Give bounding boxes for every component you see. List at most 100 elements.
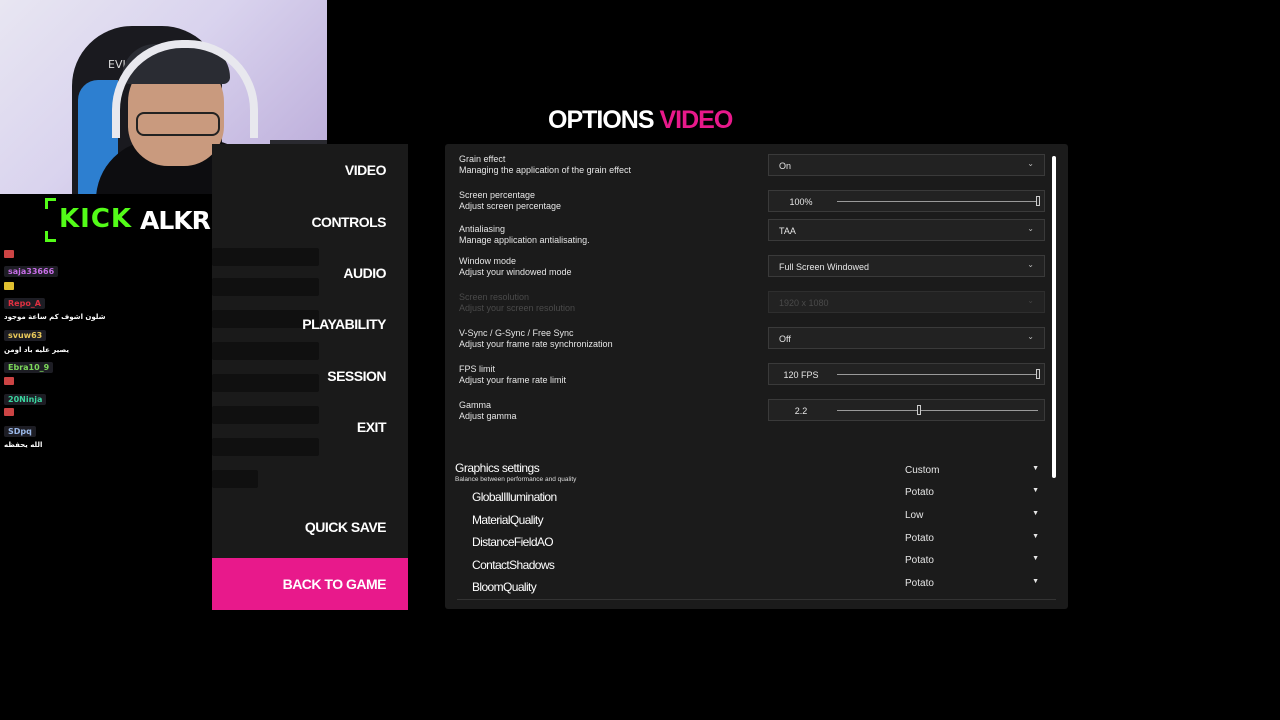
graphics-preset-dropdown[interactable]: Custom ▼ (905, 465, 1039, 476)
option-dropdown[interactable]: Off ⌄ (768, 327, 1045, 349)
chat-badge-icon (4, 250, 14, 258)
chat-message (4, 377, 14, 393)
caret-down-icon: ▼ (1032, 510, 1039, 517)
menu-ghost-bar (212, 248, 319, 266)
menu-item-session[interactable]: SESSION (327, 368, 386, 384)
graphics-setting-value: Potato (905, 555, 934, 566)
option-label: Antialiasing (459, 224, 506, 234)
caret-down-icon: ▼ (1032, 465, 1039, 472)
option-slider[interactable]: 2.2 (768, 399, 1045, 421)
menu-item-exit[interactable]: EXIT (357, 419, 387, 435)
caret-down-icon: ▼ (1032, 487, 1039, 494)
chat-message: Ebra10_9 (4, 362, 54, 378)
slider-track[interactable] (837, 374, 1038, 375)
graphics-setting-value: Potato (905, 487, 934, 498)
option-label: Grain effect (459, 154, 506, 164)
option-label-block: Window mode Adjust your windowed mode (459, 256, 572, 278)
option-description: Adjust your frame rate synchronization (459, 339, 613, 349)
graphics-setting-value: Potato (905, 533, 934, 544)
quick-save-button[interactable]: QUICK SAVE (305, 519, 387, 535)
chat-text: شلون اشوف كم ساعة موجود (4, 313, 106, 321)
slider-track[interactable] (837, 410, 1038, 411)
menu-item-audio[interactable]: AUDIO (343, 265, 386, 281)
graphics-setting-dropdown[interactable]: Potato ▼ (905, 578, 1039, 589)
back-to-game-button[interactable]: BACK TO GAME (212, 558, 408, 610)
menu-ghost-bar (212, 406, 319, 424)
option-description: Managing the application of the grain ef… (459, 165, 631, 175)
option-label-block: Screen percentage Adjust screen percentag… (459, 190, 561, 212)
chat-message (4, 408, 14, 424)
slider-value: 120 FPS (783, 370, 819, 380)
chat-message (4, 250, 14, 266)
option-label-block: Gamma Adjust gamma (459, 400, 517, 422)
chevron-down-icon: ⌄ (1027, 260, 1034, 269)
graphics-setting-value: Potato (905, 578, 934, 589)
chat-username[interactable]: 20Ninja (4, 394, 47, 405)
glasses (136, 112, 220, 136)
option-label: FPS limit (459, 364, 495, 374)
option-label-block: Grain effect Managing the application of … (459, 154, 631, 176)
panel-scrollbar[interactable] (1052, 156, 1056, 478)
chat-username[interactable]: saja33666 (4, 266, 59, 277)
graphics-setting-dropdown[interactable]: Low ▼ (905, 510, 1039, 521)
caret-down-icon: ▼ (1032, 555, 1039, 562)
graphics-setting-dropdown[interactable]: Potato ▼ (905, 533, 1039, 544)
graphics-setting-dropdown[interactable]: Potato ▼ (905, 487, 1039, 498)
chat-username[interactable]: Repo_A (4, 298, 45, 309)
graphics-setting-value: Low (905, 510, 924, 521)
options-menu: VIDEO CONTROLS AUDIO PLAYABILITY SESSION… (212, 144, 408, 610)
chat-badge-icon (4, 282, 14, 290)
option-dropdown: 1920 x 1080 ⌄ (768, 291, 1045, 313)
chat-username[interactable]: svuw63 (4, 330, 47, 341)
menu-ghost-bar (212, 374, 319, 392)
dropdown-value: Off (779, 334, 791, 344)
menu-item-video[interactable]: VIDEO (345, 162, 387, 178)
dropdown-value: TAA (779, 226, 796, 236)
option-dropdown[interactable]: On ⌄ (768, 154, 1045, 176)
caret-down-icon: ▼ (1032, 578, 1039, 585)
dropdown-value: On (779, 161, 792, 171)
graphics-setting-label: DistanceFieldAO (472, 535, 554, 549)
graphics-settings-subtitle: Balance between performance and quality (455, 476, 577, 483)
menu-item-playability[interactable]: PLAYABILITY (302, 316, 386, 332)
slider-track[interactable] (837, 201, 1038, 202)
option-slider[interactable]: 100% (768, 190, 1045, 212)
chat-message: saja33666 (4, 266, 59, 282)
chevron-down-icon: ⌄ (1027, 224, 1034, 233)
chat-username[interactable]: SDpq (4, 426, 36, 437)
option-label-block: FPS limit Adjust your frame rate limit (459, 364, 566, 386)
graphics-setting-dropdown[interactable]: Potato ▼ (905, 555, 1039, 566)
option-dropdown[interactable]: Full Screen Windowed ⌄ (768, 255, 1045, 277)
chat-username[interactable]: Ebra10_9 (4, 362, 54, 373)
slider-thumb[interactable] (917, 405, 921, 415)
panel-divider (457, 599, 1056, 600)
option-label: Screen percentage (459, 190, 536, 200)
chat-message: svuw63 (4, 330, 47, 346)
chevron-down-icon: ⌄ (1027, 332, 1034, 341)
option-description: Manage application antialisating. (459, 235, 590, 245)
option-description: Adjust your frame rate limit (459, 375, 567, 385)
option-label: Gamma (459, 400, 492, 410)
slider-thumb[interactable] (1036, 196, 1040, 206)
chat-message: شلون اشوف كم ساعة موجود (4, 312, 106, 328)
menu-ghost-bar (212, 342, 319, 360)
graphics-setting-label: MaterialQuality (472, 513, 544, 527)
option-slider[interactable]: 120 FPS (768, 363, 1045, 385)
graphics-setting-label: BloomQuality (472, 580, 537, 594)
option-description: Adjust your screen resolution (459, 303, 576, 313)
option-label-block: Screen resolution Adjust your screen reso… (459, 292, 575, 314)
slider-thumb[interactable] (1036, 369, 1040, 379)
option-dropdown[interactable]: TAA ⌄ (768, 219, 1045, 241)
chat-badge-icon (4, 377, 14, 385)
graphics-settings-title: Graphics settings (455, 461, 540, 475)
chat-text: الله يحفظه (4, 441, 43, 449)
menu-item-controls[interactable]: CONTROLS (311, 214, 386, 230)
menu-ghost-bar (212, 438, 319, 456)
graphics-setting-label: ContactShadows (472, 558, 555, 572)
graphics-setting-label: GlobalIllumination (472, 490, 557, 504)
dropdown-value: Full Screen Windowed (779, 262, 870, 272)
chat-badge-icon (4, 408, 14, 416)
page-title-video: VIDEO (659, 106, 733, 134)
menu-ghost-bar (212, 470, 258, 488)
page-title-options: OPTIONS (548, 106, 655, 134)
